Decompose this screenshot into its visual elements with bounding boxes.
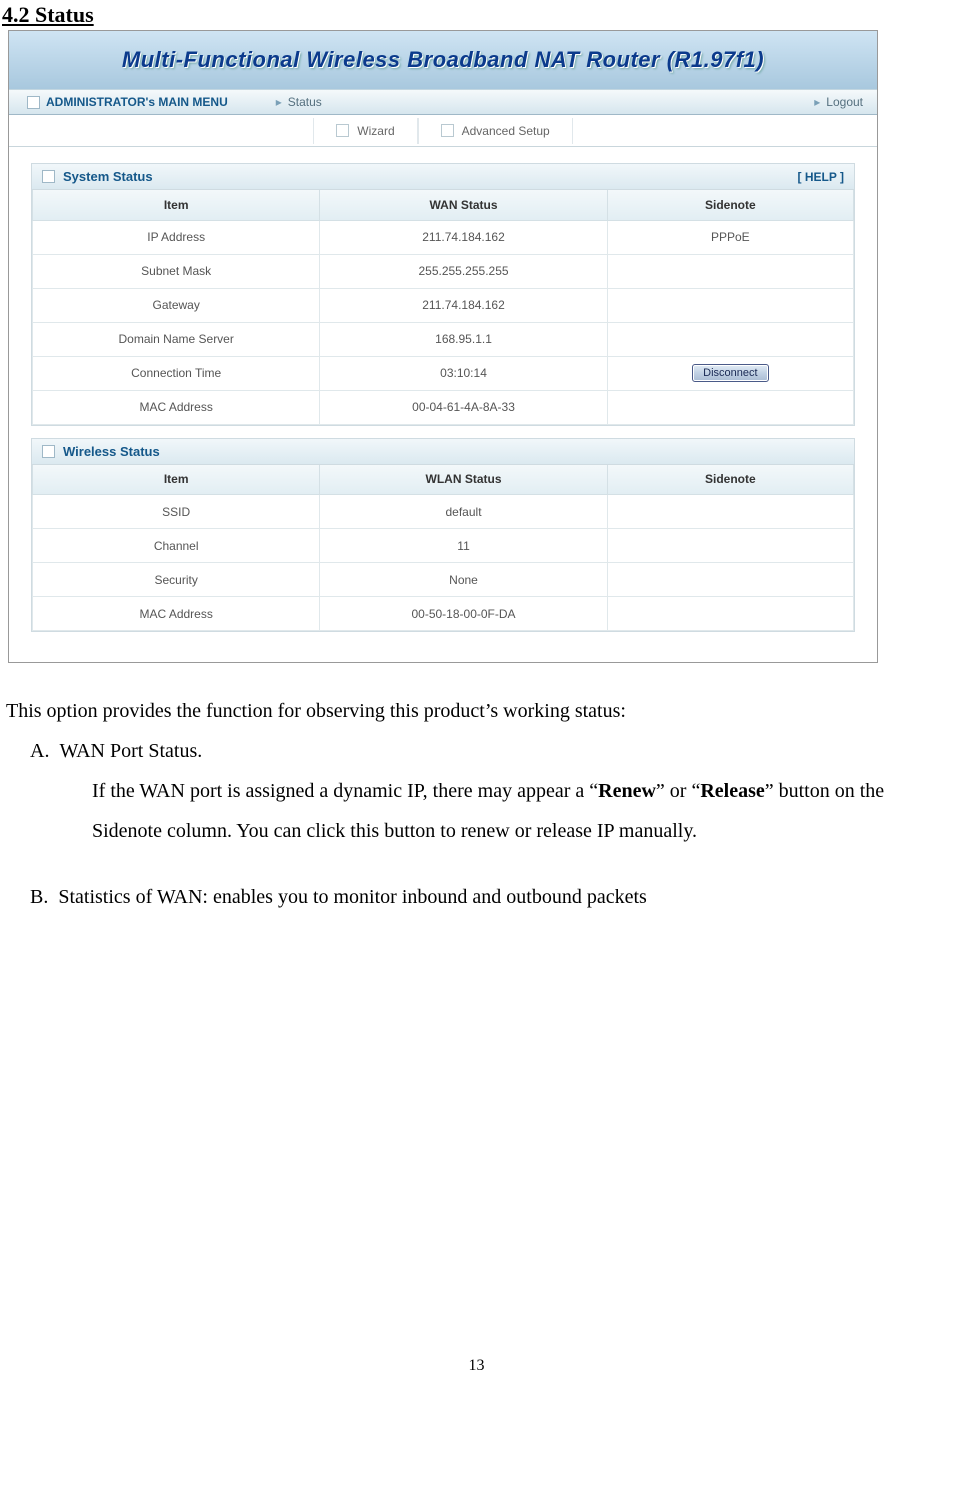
col-sidenote: Sidenote <box>607 465 853 495</box>
list-item-a: A. WAN Port Status. <box>62 731 947 771</box>
cell-value: 00-50-18-00-0F-DA <box>320 597 607 631</box>
cell-sidenote <box>607 597 853 631</box>
renew-bold: Renew <box>598 780 656 802</box>
tab-wizard-label: Wizard <box>357 124 394 138</box>
table-row: Channel11 <box>33 529 854 563</box>
cell-sidenote <box>607 563 853 597</box>
col-item: Item <box>33 190 320 220</box>
cell-item: MAC Address <box>33 597 320 631</box>
item-a-body: If the WAN port is assigned a dynamic IP… <box>92 771 947 851</box>
cell-value: 11 <box>320 529 607 563</box>
cell-sidenote <box>607 254 853 288</box>
table-row: Gateway211.74.184.162 <box>33 288 854 322</box>
table-row: Domain Name Server168.95.1.1 <box>33 322 854 356</box>
system-status-panel: System Status [ HELP ] Item WAN Status S… <box>31 163 855 426</box>
admin-menu-label[interactable]: ADMINISTRATOR's MAIN MENU <box>27 95 228 109</box>
disconnect-button[interactable]: Disconnect <box>692 364 768 382</box>
cell-value: None <box>320 563 607 597</box>
text: ” or “ <box>656 780 700 802</box>
cell-value: 211.74.184.162 <box>320 288 607 322</box>
intro-text: This option provides the function for ob… <box>6 691 947 731</box>
tab-advanced-label: Advanced Setup <box>462 124 550 138</box>
table-row: Subnet Mask255.255.255.255 <box>33 254 854 288</box>
cell-sidenote: PPPoE <box>607 220 853 254</box>
cell-sidenote <box>607 529 853 563</box>
cell-sidenote <box>607 288 853 322</box>
system-status-header: System Status [ HELP ] <box>32 164 854 190</box>
cell-item: SSID <box>33 495 320 529</box>
table-row: IP Address211.74.184.162PPPoE <box>33 220 854 254</box>
item-a-label: A. <box>30 740 49 762</box>
table-row: MAC Address00-04-61-4A-8A-33 <box>33 390 854 424</box>
item-b-label: B. <box>30 886 48 908</box>
banner: Multi-Functional Wireless Broadband NAT … <box>9 31 877 89</box>
router-screenshot: Multi-Functional Wireless Broadband NAT … <box>8 30 878 663</box>
col-wlan-status: WLAN Status <box>320 465 607 495</box>
cell-value: 211.74.184.162 <box>320 220 607 254</box>
tab-wizard[interactable]: Wizard <box>313 118 417 144</box>
cell-item: Subnet Mask <box>33 254 320 288</box>
section-heading: 4.2 Status <box>2 2 951 28</box>
cell-sidenote <box>607 322 853 356</box>
cell-sidenote <box>607 495 853 529</box>
logout-menu-item[interactable]: Logout <box>814 95 863 109</box>
wireless-status-title: Wireless Status <box>42 444 160 459</box>
cell-item: Channel <box>33 529 320 563</box>
page-number: 13 <box>2 917 951 1385</box>
wireless-status-header: Wireless Status <box>32 439 854 465</box>
cell-item: Connection Time <box>33 356 320 390</box>
cell-sidenote: Disconnect <box>607 356 853 390</box>
help-link[interactable]: [ HELP ] <box>798 170 844 184</box>
item-b-text: Statistics of WAN: enables you to monito… <box>58 886 646 908</box>
table-row: SSIDdefault <box>33 495 854 529</box>
main-menu-bar: ADMINISTRATOR's MAIN MENU Status Logout <box>9 89 877 115</box>
cell-value: default <box>320 495 607 529</box>
col-wan-status: WAN Status <box>320 190 607 220</box>
document-body: This option provides the function for ob… <box>2 663 951 917</box>
system-status-title: System Status <box>42 169 153 184</box>
col-item: Item <box>33 465 320 495</box>
wireless-status-panel: Wireless Status Item WLAN Status Sidenot… <box>31 438 855 633</box>
cell-item: MAC Address <box>33 390 320 424</box>
cell-item: Gateway <box>33 288 320 322</box>
table-row: Connection Time03:10:14 Disconnect <box>33 356 854 390</box>
wireless-status-table: Item WLAN Status Sidenote SSIDdefaultCha… <box>32 465 854 632</box>
cell-item: IP Address <box>33 220 320 254</box>
tabs-row: Wizard Advanced Setup <box>9 115 877 147</box>
release-bold: Release <box>700 780 764 802</box>
col-sidenote: Sidenote <box>607 190 853 220</box>
content-area: System Status [ HELP ] Item WAN Status S… <box>9 147 877 662</box>
table-row: MAC Address00-50-18-00-0F-DA <box>33 597 854 631</box>
cell-value: 255.255.255.255 <box>320 254 607 288</box>
cell-sidenote <box>607 390 853 424</box>
tab-advanced-setup[interactable]: Advanced Setup <box>418 118 573 144</box>
cell-value: 03:10:14 <box>320 356 607 390</box>
banner-title: Multi-Functional Wireless Broadband NAT … <box>122 47 764 72</box>
list-item-b: B. Statistics of WAN: enables you to mon… <box>62 877 947 917</box>
system-status-table: Item WAN Status Sidenote IP Address211.7… <box>32 190 854 425</box>
item-a-title: WAN Port Status. <box>59 740 202 762</box>
cell-item: Security <box>33 563 320 597</box>
cell-value: 00-04-61-4A-8A-33 <box>320 390 607 424</box>
status-menu-item[interactable]: Status <box>276 95 322 109</box>
cell-item: Domain Name Server <box>33 322 320 356</box>
cell-value: 168.95.1.1 <box>320 322 607 356</box>
text: If the WAN port is assigned a dynamic IP… <box>92 780 598 802</box>
table-row: SecurityNone <box>33 563 854 597</box>
